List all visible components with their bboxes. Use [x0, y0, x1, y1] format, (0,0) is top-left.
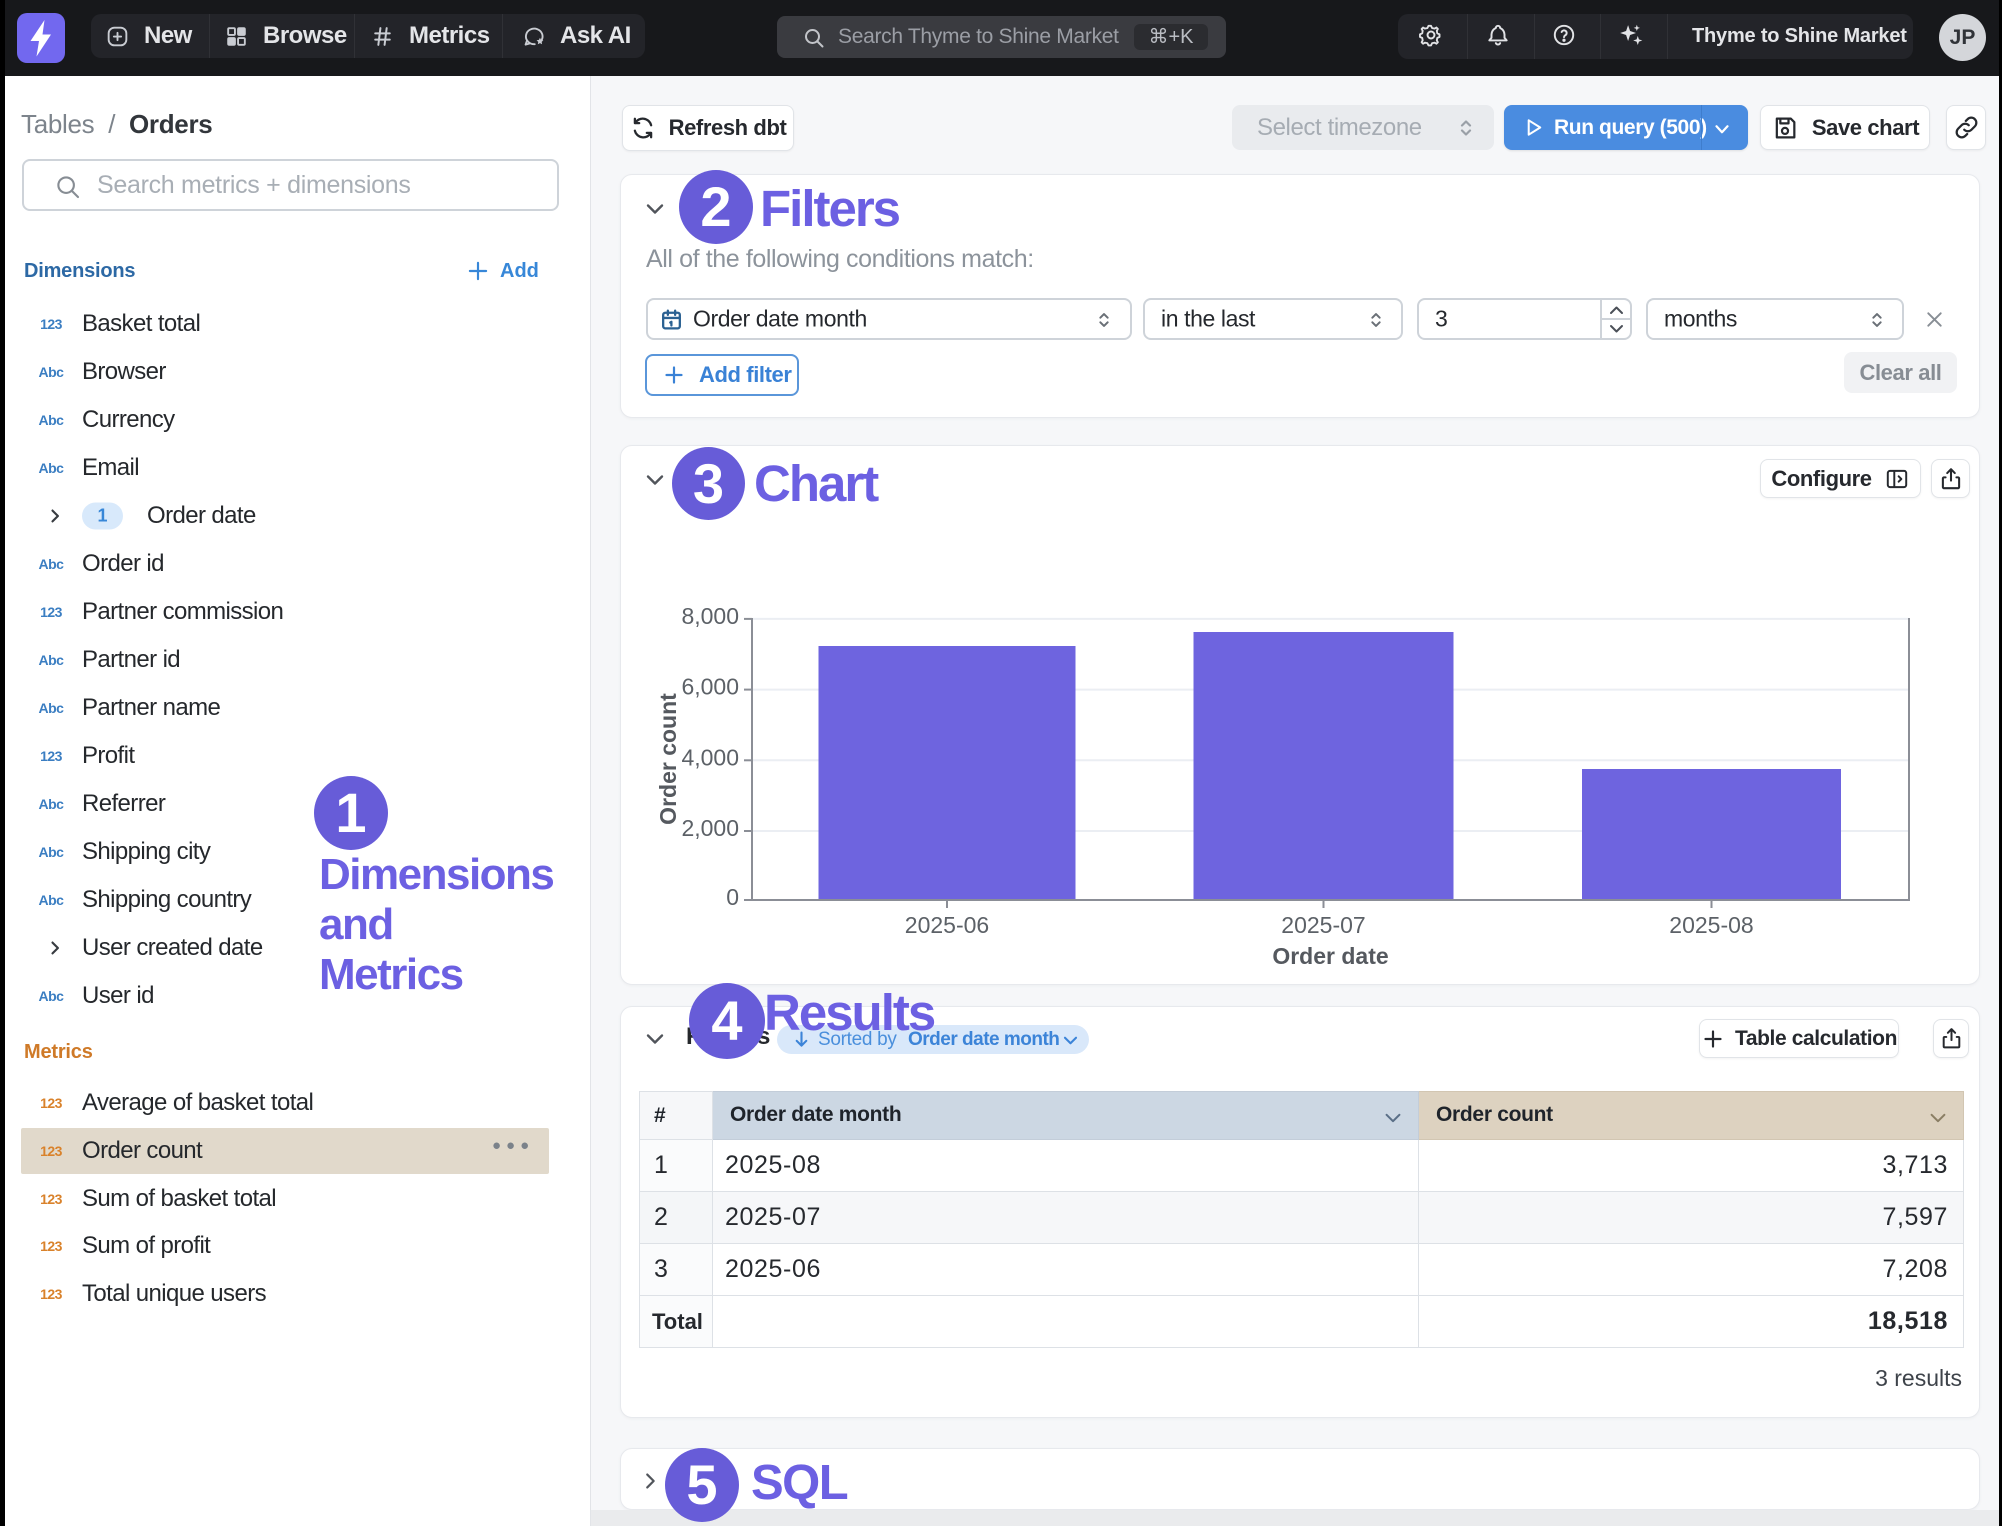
svg-text:2025-07: 2025-07: [1281, 912, 1365, 938]
svg-text:2,000: 2,000: [681, 815, 739, 841]
svg-text:2025-08: 2025-08: [1669, 912, 1753, 938]
svg-text:6,000: 6,000: [681, 674, 739, 700]
svg-text:Order date: Order date: [1272, 943, 1388, 969]
svg-text:8,000: 8,000: [681, 603, 739, 629]
svg-text:4,000: 4,000: [681, 744, 739, 770]
svg-text:0: 0: [726, 884, 739, 910]
svg-text:2025-06: 2025-06: [905, 912, 989, 938]
svg-text:Order count: Order count: [655, 693, 681, 825]
